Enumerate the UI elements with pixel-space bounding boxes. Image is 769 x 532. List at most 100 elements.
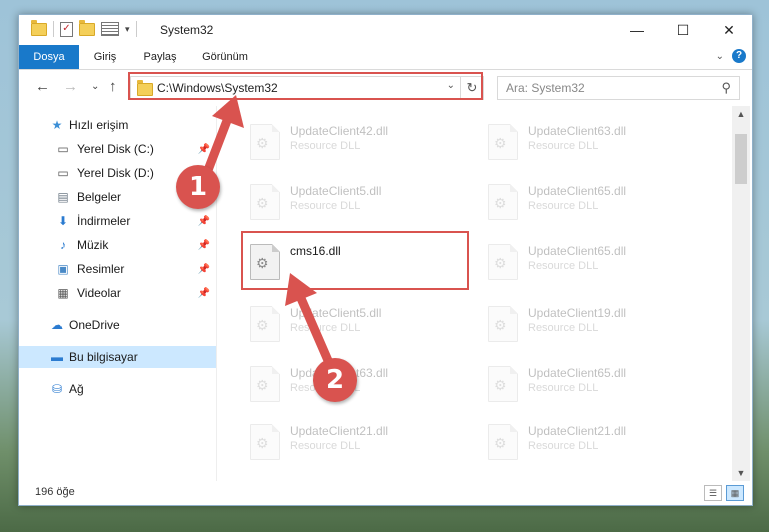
window-controls: — ☐ ✕ [614, 15, 752, 45]
file-highlight [241, 231, 469, 290]
properties-icon[interactable] [101, 22, 119, 36]
sidebar-item-label: Resimler [77, 262, 125, 276]
toolbar-separator [53, 21, 54, 37]
sidebar-item-label: Ağ [69, 382, 84, 396]
sidebar-item-local-disk-c[interactable]: ▭ Yerel Disk (C:) 📌 [19, 138, 216, 160]
file-item[interactable]: UpdateClient63.dll Resource DLL [244, 362, 470, 412]
file-name: UpdateClient65.dll [528, 244, 627, 258]
scroll-thumb[interactable] [735, 134, 747, 184]
file-name: UpdateClient21.dll [528, 424, 627, 438]
recent-locations-chevron-icon[interactable]: ⌄ [91, 81, 99, 92]
search-placeholder: Ara: System32 [506, 81, 585, 95]
sidebar-item-label: Müzik [77, 238, 109, 252]
pin-icon[interactable]: 📌 [198, 216, 210, 227]
close-button[interactable]: ✕ [706, 15, 752, 45]
tab-home[interactable]: Giriş [85, 45, 125, 69]
star-icon: ★ [51, 118, 63, 132]
vertical-scrollbar[interactable]: ▲ ▼ [732, 106, 750, 481]
dll-file-icon [488, 424, 518, 460]
download-icon: ⬇ [57, 214, 69, 228]
dll-file-icon [250, 306, 280, 342]
file-item[interactable]: UpdateClient63.dll Resource DLL [482, 120, 708, 170]
minimize-button[interactable]: — [614, 15, 660, 45]
dll-file-icon [250, 424, 280, 460]
pin-icon[interactable]: 📌 [198, 240, 210, 251]
new-folder-icon[interactable] [79, 19, 95, 36]
scroll-down-arrow-icon[interactable]: ▼ [732, 465, 750, 481]
up-arrow-icon[interactable]: ↑ [109, 78, 117, 95]
sidebar-item-label: Bu bilgisayar [69, 350, 138, 364]
computer-icon: ▬ [51, 350, 63, 364]
file-item[interactable]: UpdateClient19.dll Resource DLL [482, 302, 708, 352]
file-item[interactable]: UpdateClient65.dll Resource DLL [482, 180, 708, 230]
scroll-up-arrow-icon[interactable]: ▲ [732, 106, 750, 122]
customize-toolbar-dropdown-icon[interactable]: ▾ [125, 24, 130, 35]
tab-view[interactable]: Görünüm [195, 45, 255, 69]
pin-icon[interactable]: 📌 [198, 264, 210, 275]
view-toggle: ☰ ▦ [704, 485, 744, 501]
sidebar-item-music[interactable]: ♪ Müzik 📌 [19, 234, 216, 256]
sidebar-item-pictures[interactable]: ▣ Resimler 📌 [19, 258, 216, 280]
sidebar-item-label: Videolar [77, 286, 121, 300]
expand-ribbon-chevron-icon[interactable]: ⌄ [716, 51, 724, 62]
file-type: Resource DLL [528, 140, 599, 152]
sidebar-item-downloads[interactable]: ⬇ İndirmeler 📌 [19, 210, 216, 232]
dll-file-icon [488, 366, 518, 402]
videos-icon: ▦ [57, 286, 69, 300]
dll-file-icon [250, 124, 280, 160]
file-name: UpdateClient42.dll [290, 124, 389, 138]
help-icon[interactable]: ? [732, 49, 746, 63]
file-item[interactable]: UpdateClient65.dll Resource DLL [482, 240, 708, 290]
pin-icon[interactable]: 📌 [198, 144, 210, 155]
file-name: UpdateClient19.dll [528, 306, 627, 320]
search-icon[interactable]: ⚲ [721, 80, 731, 96]
file-item[interactable]: UpdateClient21.dll Resource DLL [244, 420, 470, 470]
sidebar-item-label: OneDrive [69, 318, 120, 332]
file-item[interactable]: UpdateClient21.dll Resource DLL [482, 420, 708, 470]
large-icons-view-icon[interactable]: ▦ [726, 485, 744, 501]
ribbon-right-controls: ⌄ ? [716, 49, 746, 63]
file-name: UpdateClient5.dll [290, 306, 382, 320]
details-view-icon[interactable]: ☰ [704, 485, 722, 501]
sidebar-item-quick-access[interactable]: ★ Hızlı erişim [19, 114, 216, 136]
dll-file-icon [250, 184, 280, 220]
sidebar-item-this-pc[interactable]: ▬ Bu bilgisayar [19, 346, 216, 368]
file-type: Resource DLL [528, 440, 599, 452]
file-type: Resource DLL [528, 200, 599, 212]
back-arrow-icon[interactable]: ← [35, 78, 50, 95]
search-input[interactable]: Ara: System32 ⚲ [497, 76, 740, 100]
dll-file-icon [250, 366, 280, 402]
file-item[interactable]: UpdateClient5.dll Resource DLL [244, 302, 470, 352]
file-item[interactable]: UpdateClient5.dll Resource DLL [244, 180, 470, 230]
navigation-pane: ★ Hızlı erişim ▭ Yerel Disk (C:) 📌 ▭ Yer… [19, 106, 216, 481]
music-icon: ♪ [60, 238, 66, 252]
sidebar-item-onedrive[interactable]: ☁ OneDrive [19, 314, 216, 336]
folder-icon [31, 19, 47, 36]
file-list: UpdateClient42.dll Resource DLL UpdateCl… [234, 106, 732, 481]
toolbar-separator [135, 21, 137, 37]
item-count: 196 öğe [35, 486, 75, 498]
documents-icon: ▤ [57, 190, 69, 204]
file-name: UpdateClient5.dll [290, 184, 382, 198]
tab-file[interactable]: Dosya [19, 45, 79, 69]
sidebar-item-label: İndirmeler [77, 214, 131, 228]
properties-check-icon[interactable]: ✓ [60, 21, 73, 37]
file-item[interactable]: UpdateClient42.dll Resource DLL [244, 120, 470, 170]
drive-icon: ▭ [57, 166, 69, 180]
maximize-button[interactable]: ☐ [660, 15, 706, 45]
sidebar-item-network[interactable]: ⛁ Ağ [19, 378, 216, 400]
tab-share[interactable]: Paylaş [135, 45, 185, 69]
file-type: Resource DLL [290, 322, 361, 334]
sidebar-item-label: Yerel Disk (D:) [77, 166, 154, 180]
network-icon: ⛁ [51, 382, 63, 396]
pin-icon[interactable]: 📌 [198, 288, 210, 299]
pane-divider[interactable] [216, 106, 217, 481]
sidebar-item-videos[interactable]: ▦ Videolar 📌 [19, 282, 216, 304]
forward-arrow-icon[interactable]: → [63, 78, 78, 95]
ribbon-tabs: Dosya Giriş Paylaş Görünüm ⌄ ? [19, 45, 752, 70]
file-type: Resource DLL [290, 200, 361, 212]
file-type: Resource DLL [290, 440, 361, 452]
sidebar-item-label: Belgeler [77, 190, 122, 204]
file-item[interactable]: UpdateClient65.dll Resource DLL [482, 362, 708, 412]
file-type: Resource DLL [528, 260, 599, 272]
